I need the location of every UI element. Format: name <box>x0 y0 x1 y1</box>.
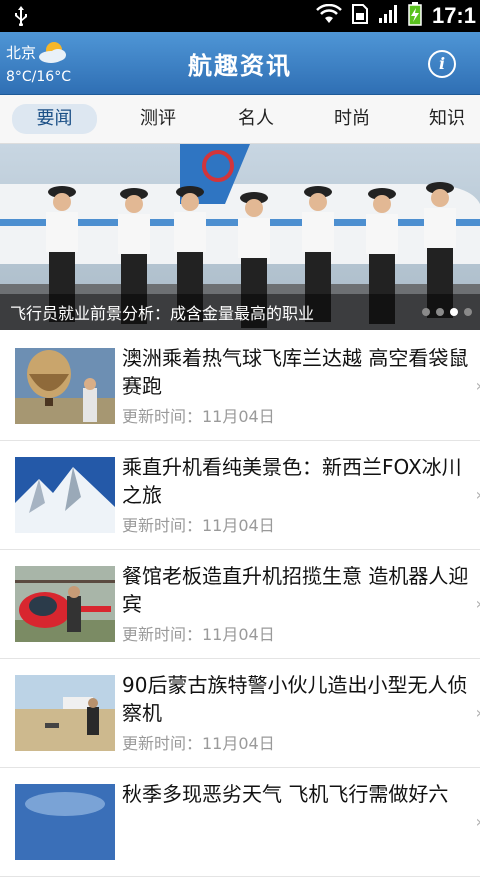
chevron-right-icon: › <box>476 485 480 504</box>
article-title: 秋季多现恶劣天气 飞机飞行需做好六 <box>122 782 449 806</box>
article-thumbnail <box>15 457 115 533</box>
chevron-right-icon: › <box>476 376 480 395</box>
chevron-right-icon: › <box>476 703 480 722</box>
tab-fashion[interactable]: 时尚 <box>314 104 390 134</box>
article-title: 乘直升机看纯美景色：新西兰FOX冰川之旅 <box>122 455 462 507</box>
article-title: 90后蒙古族特警小伙儿造出小型无人侦察机 <box>122 673 468 725</box>
article-updated: 更新时间：11月04日 <box>122 734 275 753</box>
sim-card-icon <box>351 4 368 28</box>
list-item[interactable]: 乘直升机看纯美景色：新西兰FOX冰川之旅 更新时间：11月04日 › <box>0 441 480 550</box>
slide-dot[interactable] <box>436 308 444 316</box>
usb-icon <box>14 6 28 30</box>
info-icon[interactable]: i <box>428 50 456 78</box>
tab-headlines[interactable]: 要闻 <box>12 104 97 134</box>
wifi-icon <box>316 3 342 28</box>
list-item[interactable]: 澳洲乘着热气球飞库兰达越 高空看袋鼠赛跑 更新时间：11月04日 › <box>0 332 480 441</box>
battery-charging-icon <box>408 2 422 30</box>
signal-icon <box>378 4 398 28</box>
article-title: 澳洲乘着热气球飞库兰达越 高空看袋鼠赛跑 <box>122 346 469 398</box>
article-title: 餐馆老板造直升机招揽生意 造机器人迎宾 <box>122 564 469 616</box>
chevron-right-icon: › <box>476 812 480 831</box>
list-item[interactable]: 秋季多现恶劣天气 飞机飞行需做好六 › <box>0 768 480 877</box>
article-updated: 更新时间：11月04日 <box>122 516 275 535</box>
tab-knowledge[interactable]: 知识 <box>414 104 480 134</box>
category-tabs: 要闻 测评 名人 时尚 知识 <box>0 95 480 144</box>
slide-dot-active[interactable] <box>450 308 458 316</box>
article-thumbnail <box>15 784 115 860</box>
article-list: 澳洲乘着热气球飞库兰达越 高空看袋鼠赛跑 更新时间：11月04日 › 乘直升机看… <box>0 332 480 877</box>
banner-caption: 飞行员就业前景分析：成含金量最高的职业 <box>10 304 315 323</box>
tab-celebrities[interactable]: 名人 <box>218 104 294 134</box>
featured-banner[interactable]: 飞行员就业前景分析：成含金量最高的职业 <box>0 144 480 330</box>
banner-caption-bar: 飞行员就业前景分析：成含金量最高的职业 <box>0 294 480 330</box>
slide-indicator <box>422 308 472 316</box>
app-title: 航趣资讯 <box>188 52 292 80</box>
article-updated: 更新时间：11月04日 <box>122 625 275 644</box>
list-item[interactable]: 90后蒙古族特警小伙儿造出小型无人侦察机 更新时间：11月04日 › <box>0 659 480 768</box>
list-item[interactable]: 餐馆老板造直升机招揽生意 造机器人迎宾 更新时间：11月04日 › <box>0 550 480 659</box>
clock: 17:1 <box>431 3 476 28</box>
app-header: 北京 8°C/16°C 航趣资讯 i <box>0 32 480 95</box>
status-bar: 17:1 <box>0 0 480 32</box>
tab-reviews[interactable]: 测评 <box>120 104 196 134</box>
slide-dot[interactable] <box>464 308 472 316</box>
slide-dot[interactable] <box>422 308 430 316</box>
article-updated: 更新时间：11月04日 <box>122 407 275 426</box>
article-thumbnail <box>15 348 115 424</box>
article-thumbnail <box>15 566 115 642</box>
chevron-right-icon: › <box>476 594 480 613</box>
article-thumbnail <box>15 675 115 751</box>
